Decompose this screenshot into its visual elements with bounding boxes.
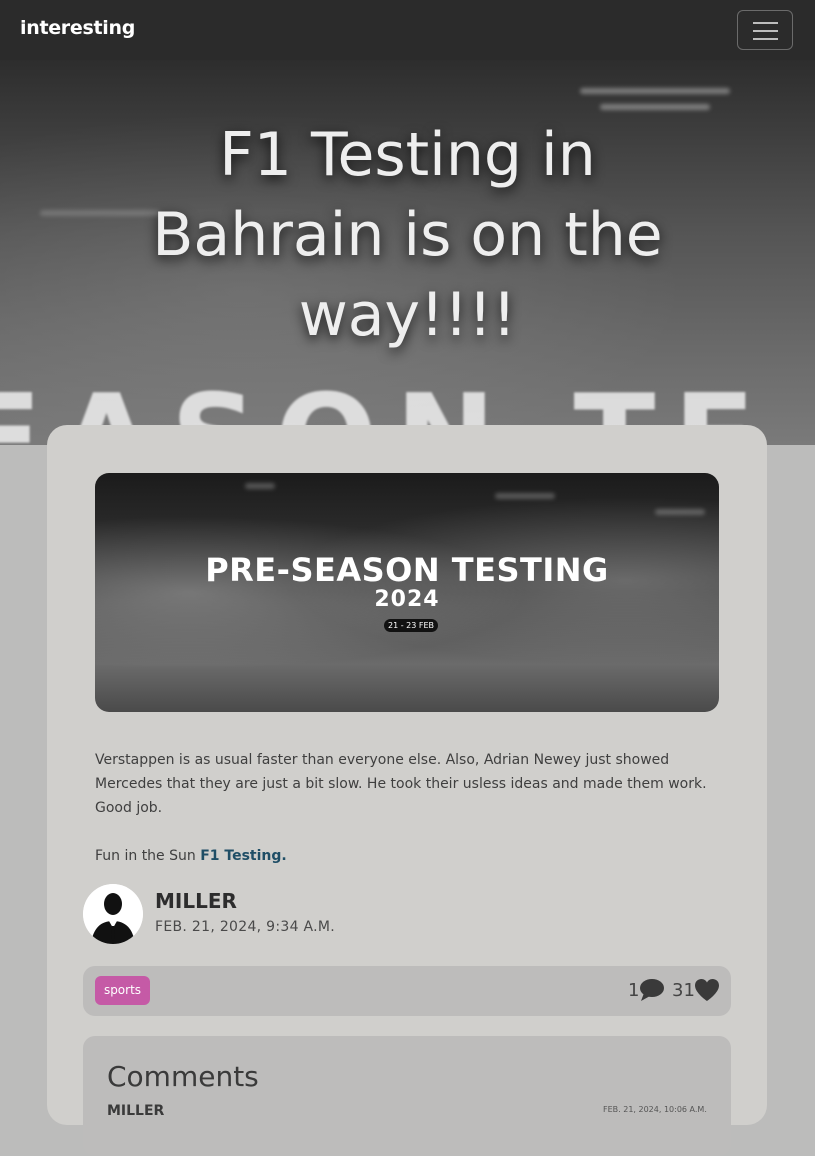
navbar-toggle-button[interactable]	[737, 10, 793, 50]
fun-line-text: Fun in the Sun	[95, 848, 201, 864]
post-image: PRE-SEASON TESTING 2024 21 - 23 FEB	[95, 473, 719, 712]
image-year: 2024	[374, 587, 440, 612]
image-light-streak	[655, 509, 705, 515]
hero-light-streak	[580, 88, 730, 94]
brand-logo[interactable]: interesting	[20, 17, 135, 39]
author-name[interactable]: MILLER	[155, 889, 237, 913]
comment-author: MILLER	[107, 1103, 165, 1119]
f1-testing-link[interactable]: F1 Testing.	[200, 848, 287, 864]
post-body: Verstappen is as usual faster than every…	[95, 752, 707, 816]
like-count: 31	[672, 980, 695, 1001]
hamburger-menu-icon	[753, 30, 778, 32]
heart-icon[interactable]	[694, 978, 720, 1002]
image-title: PRE-SEASON TESTING	[205, 551, 609, 589]
page-title: F1 Testing in Bahrain is on the way!!!!	[152, 120, 663, 350]
person-silhouette-icon	[83, 884, 143, 944]
comments-section: Comments MILLER FEB. 21, 2024, 10:06 A.M…	[83, 1036, 731, 1156]
post-card: PRE-SEASON TESTING 2024 21 - 23 FEB Vers…	[47, 425, 767, 1156]
hamburger-menu-icon	[753, 38, 778, 40]
comments-heading: Comments	[107, 1060, 259, 1093]
hero-light-streak	[600, 104, 710, 110]
post-meta-bar: sports 1 31	[83, 966, 731, 1016]
image-light-streak	[495, 493, 555, 499]
post-date: FEB. 21, 2024, 9:34 A.M.	[155, 919, 336, 935]
navbar: interesting	[0, 0, 815, 60]
comment-count: 1	[628, 980, 640, 1001]
comment-date: FEB. 21, 2024, 10:06 A.M.	[603, 1105, 707, 1114]
tag-badge[interactable]: sports	[95, 976, 150, 1005]
comment-bubble-icon[interactable]	[639, 978, 665, 1002]
hamburger-menu-icon	[753, 22, 778, 24]
image-light-streak	[245, 483, 275, 489]
avatar[interactable]	[83, 884, 143, 944]
hero-banner: EASON TE F1 Testing in Bahrain is on the…	[0, 60, 815, 445]
image-date-badge: 21 - 23 FEB	[384, 619, 438, 632]
post-fun-line: Fun in the Sun F1 Testing.	[95, 844, 287, 868]
